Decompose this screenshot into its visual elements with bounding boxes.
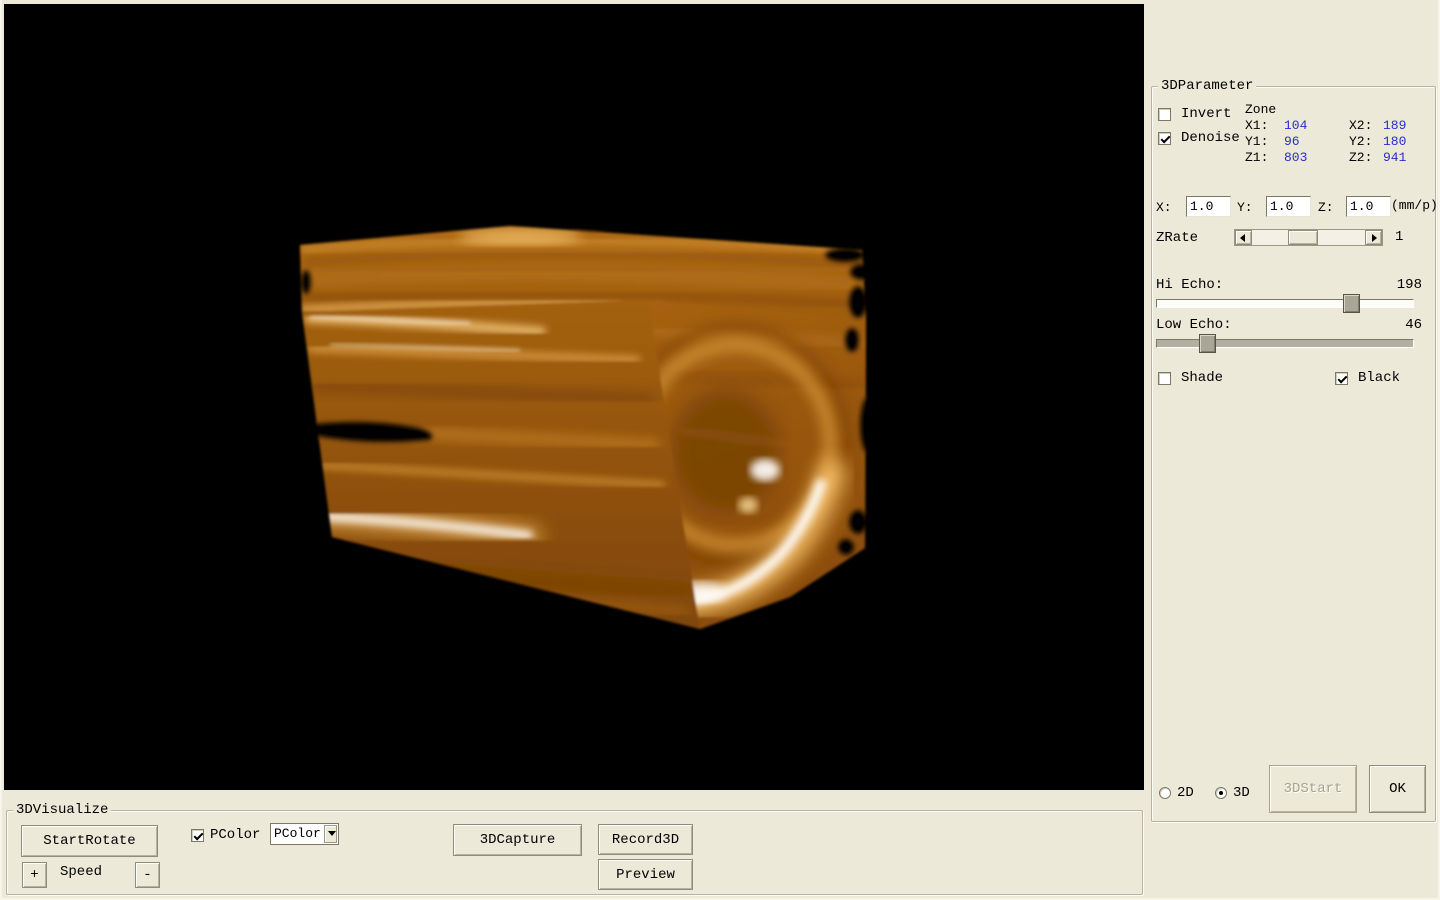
zone-x2-label: X2: (1349, 118, 1372, 133)
denoise-checkbox[interactable] (1158, 132, 1171, 145)
visualize-groupbox-title: 3DVisualize (13, 802, 111, 818)
black-checkbox[interactable] (1335, 372, 1348, 385)
pcolor-label: PColor (210, 828, 260, 843)
zrate-left-arrow-icon[interactable] (1235, 230, 1252, 245)
window-edge-left (0, 0, 2, 900)
volume-render-3d[interactable] (4, 4, 1144, 790)
scale-y-label: Y: (1237, 200, 1253, 215)
low-echo-track[interactable] (1156, 339, 1414, 348)
zone-y2-value: 180 (1383, 134, 1406, 149)
shade-checkbox[interactable] (1158, 372, 1171, 385)
zone-x2-value: 189 (1383, 118, 1406, 133)
hi-echo-value: 198 (1372, 278, 1422, 293)
visualize-groupbox: 3DVisualize StartRotate PColor PColor 3D… (6, 810, 1143, 895)
hi-echo-track[interactable] (1156, 299, 1414, 308)
parameter-groupbox: 3DParameter Invert Denoise Zone X1: 104 … (1151, 86, 1436, 822)
preview-button[interactable]: Preview (598, 859, 693, 890)
speed-plus-button[interactable]: + (22, 862, 47, 888)
zrate-scrollbar[interactable] (1234, 229, 1383, 246)
zone-x1-label: X1: (1245, 118, 1268, 133)
mode-3d-radio[interactable] (1215, 787, 1227, 799)
invert-label: Invert (1181, 107, 1231, 122)
speed-label: Speed (60, 865, 102, 880)
low-echo-thumb[interactable] (1199, 334, 1216, 353)
zone-y2-label: Y2: (1349, 134, 1372, 149)
scale-z-field[interactable] (1346, 196, 1391, 217)
render-viewport[interactable] (4, 4, 1144, 790)
pcolor-checkbox[interactable] (191, 829, 204, 842)
zrate-label: ZRate (1156, 231, 1198, 246)
scale-y-field[interactable] (1266, 196, 1311, 217)
zone-y1-value: 96 (1284, 134, 1300, 149)
pcolor-dropdown[interactable]: PColor (270, 823, 339, 845)
start-3d-button[interactable]: 3DStart (1269, 765, 1357, 813)
mode-3d-label: 3D (1233, 786, 1250, 801)
invert-checkbox[interactable] (1158, 108, 1171, 121)
scale-x-field[interactable] (1186, 196, 1231, 217)
dropdown-arrow-icon[interactable] (324, 825, 337, 843)
zone-x1-value: 104 (1284, 118, 1307, 133)
start-rotate-button[interactable]: StartRotate (21, 825, 158, 857)
low-echo-value: 46 (1372, 318, 1422, 333)
capture-3d-button[interactable]: 3DCapture (453, 824, 582, 856)
zrate-value: 1 (1395, 230, 1403, 245)
zone-z2-value: 941 (1383, 150, 1406, 165)
zone-z1-label: Z1: (1245, 150, 1268, 165)
ok-button[interactable]: OK (1369, 765, 1426, 813)
mode-2d-label: 2D (1177, 786, 1194, 801)
hi-echo-label: Hi Echo: (1156, 278, 1223, 293)
pcolor-dropdown-value: PColor (271, 824, 323, 844)
zone-title: Zone (1245, 102, 1276, 117)
zone-z2-label: Z2: (1349, 150, 1372, 165)
black-label: Black (1358, 371, 1400, 386)
scale-unit-label: (mm/p) (1391, 198, 1438, 213)
scale-x-label: X: (1156, 200, 1172, 215)
record-3d-button[interactable]: Record3D (598, 824, 693, 855)
low-echo-slider[interactable] (1156, 334, 1414, 354)
parameter-groupbox-title: 3DParameter (1158, 78, 1256, 94)
mode-2d-radio[interactable] (1159, 787, 1171, 799)
zrate-right-arrow-icon[interactable] (1365, 230, 1382, 245)
application-window: { "colors": { "panel_bg": "#ece9d8", "va… (0, 0, 1440, 900)
zone-z1-value: 803 (1284, 150, 1307, 165)
zrate-thumb[interactable] (1288, 230, 1318, 245)
scale-z-label: Z: (1318, 200, 1334, 215)
speed-minus-button[interactable]: - (135, 862, 160, 888)
zone-y1-label: Y1: (1245, 134, 1268, 149)
shade-label: Shade (1181, 371, 1223, 386)
hi-echo-slider[interactable] (1156, 294, 1414, 314)
hi-echo-thumb[interactable] (1343, 294, 1360, 313)
denoise-label: Denoise (1181, 131, 1240, 146)
low-echo-label: Low Echo: (1156, 318, 1232, 333)
